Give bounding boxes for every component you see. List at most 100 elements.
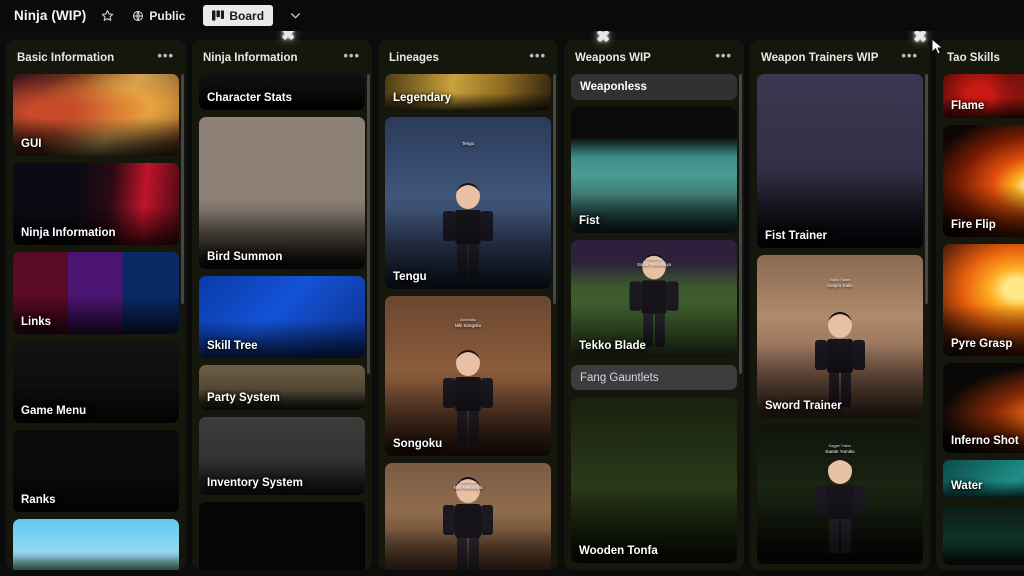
board-card[interactable]: Tengu Tengu [385,117,551,289]
board-card[interactable] [13,519,179,570]
list-title[interactable]: Weapon Trainers WIP [761,52,878,64]
board-card[interactable]: Fire Flip [943,125,1024,237]
card-title: Wooden Tonfa [579,545,658,557]
list-header: Lineages ••• [385,47,551,69]
list-menu-icon[interactable]: ••• [155,52,176,64]
list-menu-icon[interactable]: ••• [713,52,734,64]
card-title: Fist [579,215,599,227]
board-card[interactable]: Legendary [385,74,551,110]
list-menu-icon[interactable]: ••• [899,52,920,64]
avatar-nametag: Dagger TrainerKaede Yumiko [826,444,855,456]
card-title: Sword Trainer [765,400,842,412]
board-card[interactable]: Flame [943,74,1024,118]
list-title[interactable]: Tao Skills [947,52,1000,64]
board-card[interactable]: Ranks [13,430,179,512]
board-card[interactable]: Dagger TrainerKaede Yumiko [757,425,923,564]
list-title[interactable]: Ninja Information [203,52,298,64]
board-card[interactable]: GUI [13,74,179,156]
list-title[interactable]: Lineages [389,52,439,64]
board-card[interactable]: Sword TrainerKenjiro Kaito Sword Trainer [757,255,923,418]
card-cover-scrim [13,551,179,570]
avatar-nametag-sub: Darkomiya [454,480,483,485]
board-card[interactable]: Fist [571,107,737,233]
board-list[interactable]: Weapons WIP•••WeaponlessFistDarkomiyaSay… [564,40,744,570]
list-scrollbar[interactable] [925,74,928,304]
card-title: Fist Trainer [765,230,827,242]
board-list[interactable]: Basic Information ••• GUI Ninja Information… [6,40,186,570]
card-title: Weaponless [580,81,728,93]
list-header: Basic Information ••• [13,47,179,69]
list-scrollbar[interactable] [181,74,184,304]
avatar-nametag: Sword TrainerKenjiro Kaito [827,278,853,290]
list-title[interactable]: Weapons WIP [575,52,651,64]
board-visibility-button[interactable]: Public [128,5,189,27]
board-card[interactable]: Skill Tree [199,276,365,358]
card-title: Tengu [393,271,427,283]
avatar-nametag-name: Tengu [462,141,474,146]
board-card[interactable]: Wooden Tonfa [571,397,737,563]
avatar-nametag-name: Sayuri Nekomiya [637,262,671,267]
chevron-down-icon[interactable] [289,9,302,22]
avatar-nametag-sub: Dagger Trainer [826,444,855,449]
avatar-nametag-name: Kenjiro Kaito [827,283,853,288]
list-menu-icon[interactable]: ••• [527,52,548,64]
page-title: Ninja (WIP) [14,8,86,23]
board-card[interactable]: Pyre Grasp [943,244,1024,356]
list-title[interactable]: Basic Information [17,52,114,64]
board-card[interactable]: DarkmatsuNiki SongokuSongoku [385,296,551,456]
card-title: Bird Summon [207,251,282,263]
board-card[interactable]: Inferno Shot [943,363,1024,453]
board-list[interactable]: Tao Skills••• Flame Fire Flip Pyre Grasp Inf… [936,40,1024,570]
board-card[interactable]: DarkomiyaNiki Nekomiya [385,463,551,570]
list-header: Tao Skills••• [943,47,1024,69]
view-switcher-board[interactable]: Board [203,5,273,26]
list-scrollbar[interactable] [739,74,742,374]
card-title: Water [951,480,983,492]
board-card[interactable] [199,502,365,570]
card-cover-scrim [385,528,551,570]
avatar-nametag-name: Niki Songoku [455,323,482,328]
card-title: Ninja Information [21,227,116,239]
board-card[interactable]: Fist Trainer [757,74,923,248]
card-title: Flame [951,100,984,112]
card-title: GUI [21,138,41,150]
board-card[interactable]: Fang Gauntlets [571,365,737,390]
board-list[interactable]: Lineages ••• Legendary Tengu Tengu DarkmatsuN… [378,40,558,570]
list-cards: WeaponlessFistDarkomiyaSayuri NekomiyaTe… [571,74,737,570]
board-canvas[interactable]: Basic Information ••• GUI Ninja Information… [0,31,1024,576]
board-card[interactable]: Water [943,460,1024,498]
board-card[interactable]: Game Menu [13,341,179,423]
card-title: Inferno Shot [951,435,1019,447]
list-cards: Legendary Tengu Tengu DarkmatsuNiki Songoku… [385,74,551,570]
globe-icon [132,10,144,22]
list-scrollbar[interactable] [367,74,370,374]
list-cards: Fist TrainerSword TrainerKenjiro KaitoSw… [757,74,923,570]
board-card[interactable]: Party System [199,365,365,410]
board-card[interactable]: Weaponless [571,74,737,100]
avatar-nametag-sub: Darkmatsu [455,318,482,323]
card-cover-scrim [757,500,923,564]
card-title: Tekko Blade [579,340,646,352]
card-title: Legendary [393,92,451,104]
board-list[interactable]: Weapon Trainers WIP ••• Fist Trainer Sword … [750,40,930,570]
board-card[interactable]: Inventory System [199,417,365,495]
board-card[interactable]: DarkomiyaSayuri NekomiyaTekko Blade [571,240,737,358]
star-icon[interactable] [96,5,118,27]
list-header: Weapon Trainers WIP ••• [757,47,923,69]
card-cover-scrim [199,562,365,570]
list-cards: GUI Ninja Information Links Game Menu Ranks [13,74,179,570]
board-list[interactable]: Ninja Information ••• Character Stats Bird … [192,40,372,570]
board-card[interactable]: Bird Summon [199,117,365,269]
list-menu-icon[interactable]: ••• [341,52,362,64]
card-title: Pyre Grasp [951,338,1012,350]
card-title: Inventory System [207,477,303,489]
board-card[interactable]: Character Stats [199,74,365,110]
board-card[interactable]: Ninja Information [13,163,179,245]
list-cards: Character Stats Bird Summon Skill Tree Part… [199,74,365,570]
board-card[interactable]: Links [13,252,179,334]
card-title: Game Menu [21,405,86,417]
list-cards: Flame Fire Flip Pyre Grasp Inferno Shot Wate… [943,74,1024,570]
board-card[interactable] [943,505,1024,565]
view-chip-label: Board [229,9,264,23]
list-scrollbar[interactable] [553,74,556,304]
